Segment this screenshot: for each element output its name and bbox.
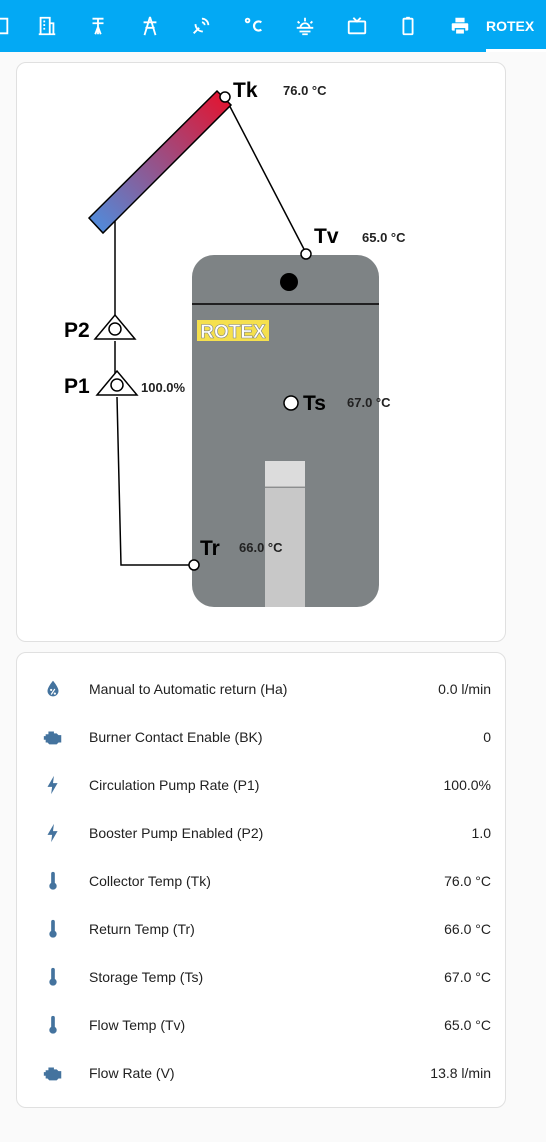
sensor-tr-dot[interactable] <box>188 559 200 571</box>
sensor-tr-value: 66.0 °C <box>239 540 283 555</box>
pump-p2-label: P2 <box>64 319 90 342</box>
entity-value: 0 <box>483 729 491 745</box>
entity-row-ts[interactable]: Storage Temp (Ts) 67.0 °C <box>17 953 507 1001</box>
sensor-tv-label: Tv <box>314 225 339 248</box>
entity-row-tv[interactable]: Flow Temp (Tv) 65.0 °C <box>17 1001 507 1049</box>
tank-top-port <box>280 273 298 291</box>
flash-icon <box>41 773 65 797</box>
svg-text:ROTEX: ROTEX <box>200 322 266 343</box>
entity-value: 100.0% <box>443 777 491 793</box>
pump-p1-value: 100.0% <box>141 380 186 395</box>
sensor-tk-dot[interactable] <box>219 91 231 103</box>
battery-icon[interactable] <box>390 8 426 44</box>
sensor-tv-value: 65.0 °C <box>362 230 406 245</box>
entity-value: 13.8 l/min <box>430 1065 491 1081</box>
entity-name: Return Temp (Tr) <box>89 921 195 937</box>
transmission-tower-icon[interactable] <box>80 8 116 44</box>
entity-row-tr[interactable]: Return Temp (Tr) 66.0 °C <box>17 905 507 953</box>
top-tab-bar: ROTEX <box>0 0 546 52</box>
pump-p1[interactable] <box>95 369 139 396</box>
rotex-logo: ROTEX <box>197 320 269 343</box>
satellite-dish-icon[interactable] <box>183 8 219 44</box>
entity-name: Flow Temp (Tv) <box>89 1017 186 1033</box>
sensor-ts-dot[interactable] <box>283 395 299 411</box>
tab-rotex[interactable]: ROTEX <box>486 0 546 52</box>
thermometer-icon <box>41 869 65 893</box>
entity-name: Booster Pump Enabled (P2) <box>89 825 264 841</box>
pump-p2[interactable] <box>93 313 137 340</box>
entity-name: Manual to Automatic return (Ha) <box>89 681 288 697</box>
entity-value: 65.0 °C <box>444 1017 491 1033</box>
sensor-ts-label: Ts <box>303 392 326 415</box>
celsius-icon[interactable] <box>236 8 272 44</box>
pump-p1-label: P1 <box>64 375 90 398</box>
solar-system-diagram: ROTEX Tk 76.0 °C Tv 65.0 °C Ts 67.0 °C T… <box>64 79 406 607</box>
sensor-tv-dot[interactable] <box>300 248 312 260</box>
thermometer-icon <box>41 965 65 989</box>
sensor-tr-label: Tr <box>200 537 220 560</box>
entity-row-v[interactable]: Flow Rate (V) 13.8 l/min <box>17 1049 507 1097</box>
sensor-tk-value: 76.0 °C <box>283 83 327 98</box>
printer-icon[interactable] <box>442 8 478 44</box>
entities-card: Manual to Automatic return (Ha) 0.0 l/mi… <box>16 652 506 1108</box>
entity-name: Storage Temp (Ts) <box>89 969 204 985</box>
television-icon[interactable] <box>339 8 375 44</box>
entity-row-ha[interactable]: Manual to Automatic return (Ha) 0.0 l/mi… <box>17 665 507 713</box>
chart-icon[interactable] <box>0 8 18 44</box>
solar-collector <box>87 89 233 235</box>
entity-name: Collector Temp (Tk) <box>89 873 211 889</box>
active-tab-indicator <box>486 49 546 52</box>
entity-value: 1.0 <box>471 825 491 841</box>
heating-element-top <box>265 461 305 487</box>
entity-name: Burner Contact Enable (BK) <box>89 729 263 745</box>
solar-diagram-card: ROTEX Tk 76.0 °C Tv 65.0 °C Ts 67.0 °C T… <box>16 62 506 642</box>
thermometer-icon <box>41 1013 65 1037</box>
entity-row-bk[interactable]: Burner Contact Enable (BK) 0 <box>17 713 507 761</box>
entity-value: 66.0 °C <box>444 921 491 937</box>
flash-icon <box>41 821 65 845</box>
sensor-tk-label: Tk <box>233 79 258 102</box>
sensor-ts-value: 67.0 °C <box>347 395 391 410</box>
storage-tank: ROTEX <box>192 255 379 607</box>
entity-row-p2[interactable]: Booster Pump Enabled (P2) 1.0 <box>17 809 507 857</box>
entity-name: Circulation Pump Rate (P1) <box>89 777 260 793</box>
entity-name: Flow Rate (V) <box>89 1065 175 1081</box>
entity-row-tk[interactable]: Collector Temp (Tk) 76.0 °C <box>17 857 507 905</box>
sunset-icon[interactable] <box>287 8 323 44</box>
water-percent-icon <box>41 677 65 701</box>
office-building-icon[interactable] <box>29 8 65 44</box>
entity-value: 0.0 l/min <box>438 681 491 697</box>
thermometer-icon <box>41 917 65 941</box>
entity-row-p1[interactable]: Circulation Pump Rate (P1) 100.0% <box>17 761 507 809</box>
entity-value: 76.0 °C <box>444 873 491 889</box>
power-pylon-icon[interactable] <box>132 8 168 44</box>
engine-icon <box>41 1061 65 1085</box>
entity-value: 67.0 °C <box>444 969 491 985</box>
engine-icon <box>41 725 65 749</box>
